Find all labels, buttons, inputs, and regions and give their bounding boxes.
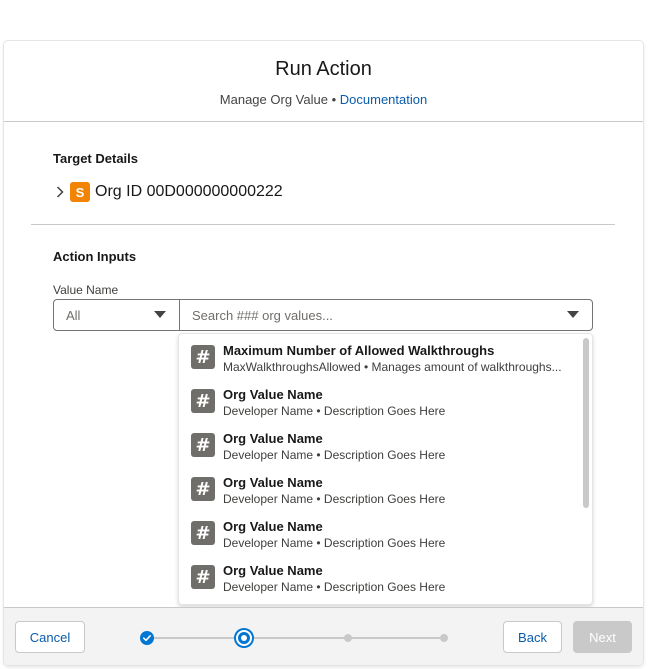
dropdown-option[interactable]: # Org Value Name Developer Name • Descri… [179, 510, 580, 554]
modal-footer: Cancel Back Next [4, 607, 643, 665]
step-3-upcoming[interactable] [344, 634, 352, 642]
option-title: Maximum Number of Allowed Walkthroughs [223, 343, 495, 358]
dropdown-option[interactable]: # Org Value Name Developer Name • Descri… [179, 422, 580, 466]
step-1-complete[interactable] [140, 631, 154, 645]
target-details-heading: Target Details [53, 151, 139, 166]
cancel-button[interactable]: Cancel [15, 621, 85, 653]
hash-icon: # [191, 433, 215, 457]
action-inputs-heading: Action Inputs [53, 249, 137, 264]
filter-selected-value: All [66, 307, 81, 323]
chevron-down-icon[interactable] [566, 306, 580, 324]
modal-title: Run Action [275, 58, 372, 80]
option-subtitle: Developer Name • Description Goes Here [223, 536, 446, 550]
progress-indicator [140, 630, 450, 646]
hash-icon: # [191, 389, 215, 413]
org-id-label: Org ID 00D000000000222 [95, 183, 283, 200]
value-name-label: Value Name [53, 283, 119, 297]
dropdown-option[interactable]: # Org Value Name Developer Name • Descri… [179, 466, 580, 510]
back-button[interactable]: Back [503, 621, 562, 653]
modal-header: Run Action Manage Org Value • Documentat… [4, 41, 643, 122]
hash-icon: # [191, 565, 215, 589]
search-field[interactable] [180, 300, 592, 330]
dropdown-option[interactable]: # Maximum Number of Allowed Walkthroughs… [179, 334, 580, 378]
option-subtitle: Developer Name • Description Goes Here [223, 448, 446, 462]
value-name-combobox: All [53, 299, 593, 331]
subtitle-separator: • [331, 92, 337, 107]
option-subtitle: Developer Name • Description Goes Here [223, 580, 446, 594]
option-title: Org Value Name [223, 519, 323, 534]
option-subtitle: Developer Name • Description Goes Here [223, 404, 446, 418]
documentation-link[interactable]: Documentation [340, 92, 427, 107]
org-values-dropdown: # Maximum Number of Allowed Walkthroughs… [178, 333, 593, 605]
step-4-upcoming[interactable] [440, 634, 448, 642]
option-title: Org Value Name [223, 431, 323, 446]
progress-track [148, 637, 440, 639]
option-subtitle: Developer Name • Description Goes Here [223, 492, 446, 506]
scrollbar-thumb[interactable] [583, 338, 589, 508]
dropdown-option[interactable]: # Org Value Name Developer Name • Descri… [179, 554, 580, 598]
section-divider [31, 224, 615, 225]
subtitle-action-name: Manage Org Value [219, 92, 328, 107]
hash-icon: # [191, 521, 215, 545]
filter-select[interactable]: All [54, 300, 180, 330]
option-title: Org Value Name [223, 475, 323, 490]
dropdown-option[interactable]: # Org Value Name Developer Name • Descri… [179, 378, 580, 422]
dropdown-scrollbar[interactable] [581, 336, 591, 602]
search-input[interactable] [192, 307, 552, 323]
chevron-right-icon[interactable] [53, 185, 67, 199]
check-icon [140, 631, 154, 645]
target-org-row[interactable]: S Org ID 00D000000000222 [53, 181, 283, 203]
modal-subtitle: Manage Org Value • Documentation [4, 92, 643, 107]
option-subtitle: MaxWalkthroughsAllowed • Manages amount … [223, 360, 562, 374]
hash-icon: # [191, 477, 215, 501]
option-title: Org Value Name [223, 563, 323, 578]
run-action-modal: Run Action Manage Org Value • Documentat… [4, 41, 643, 665]
chevron-down-icon [153, 306, 167, 324]
option-title: Org Value Name [223, 387, 323, 402]
salesforce-org-icon: S [70, 182, 90, 202]
next-button[interactable]: Next [573, 621, 632, 653]
hash-icon: # [191, 345, 215, 369]
step-2-current[interactable] [236, 630, 252, 646]
